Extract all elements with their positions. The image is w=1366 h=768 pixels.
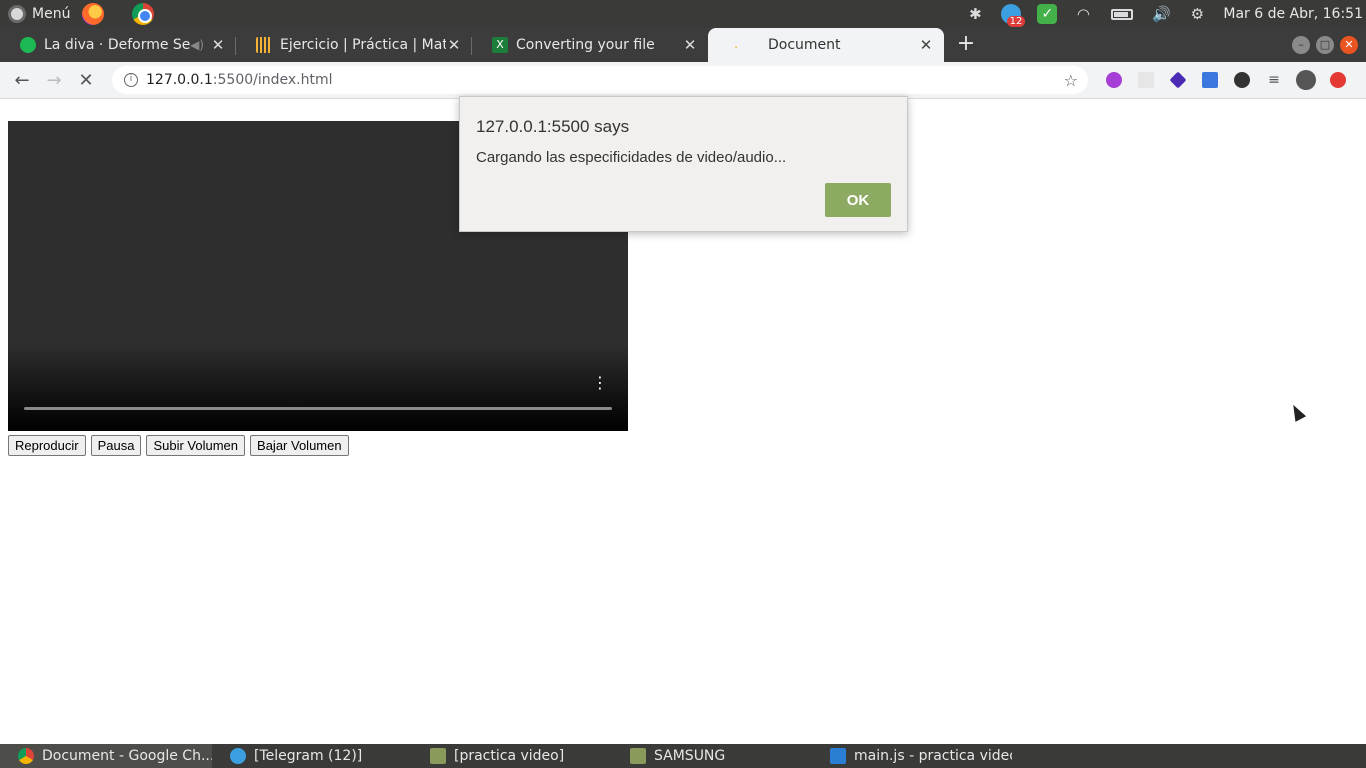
converter-icon: X xyxy=(492,37,508,53)
os-taskbar: Document - Google Ch... [Telegram (12)] … xyxy=(0,744,1366,768)
tab-title: Document xyxy=(768,37,841,53)
browser-toolbar: ← → ✕ i 127.0.0.1:5500/index.html ☆ ≡ xyxy=(0,62,1366,99)
system-tray: ✱ 12 ✓ ◠ 🔊 ⚙ Mar 6 de Abr, 16:51 xyxy=(957,0,1366,28)
close-tab-icon[interactable]: ✕ xyxy=(446,36,462,54)
taskbar-label: [Telegram (12)] xyxy=(254,748,363,764)
video-progress-bar[interactable] xyxy=(24,407,612,410)
minimize-icon[interactable]: – xyxy=(1292,36,1310,54)
updates-icon[interactable]: ✓ xyxy=(1037,4,1058,24)
bluetooth-icon[interactable]: ✱ xyxy=(957,5,993,23)
tab-title: Ejercicio | Práctica | Mater xyxy=(280,37,446,53)
new-tab-button[interactable]: + xyxy=(944,28,988,62)
browser-tab-strip: La diva · Deforme Sem ◀) ✕ Ejercicio | P… xyxy=(0,28,1366,62)
taskbar-label: main.js - practica video... xyxy=(854,748,1012,764)
taskbar-item-chrome[interactable]: Document - Google Ch... xyxy=(0,744,212,768)
tab-title: Converting your file xyxy=(516,37,655,53)
telegram-badge: 12 xyxy=(1006,16,1026,27)
close-tab-icon[interactable]: ✕ xyxy=(210,36,226,54)
extension-1-icon[interactable] xyxy=(1098,72,1130,88)
extension-4-icon[interactable] xyxy=(1194,72,1226,88)
address-path: :5500/index.html xyxy=(212,72,333,88)
pause-button[interactable]: Pausa xyxy=(90,435,142,456)
media-controls-icon[interactable]: ≡ xyxy=(1258,72,1290,88)
telegram-icon xyxy=(230,748,246,764)
bookmark-star-icon[interactable]: ☆ xyxy=(1064,71,1078,90)
stop-loading-icon[interactable]: ✕ xyxy=(70,70,102,91)
extension-5-icon[interactable] xyxy=(1226,72,1258,88)
platzi-icon xyxy=(256,37,272,53)
taskbar-label: SAMSUNG xyxy=(654,748,726,764)
wifi-icon[interactable]: ◠ xyxy=(1065,5,1101,23)
alert-dialog: 127.0.0.1:5500 says Cargando las especif… xyxy=(459,96,908,232)
profile-avatar[interactable] xyxy=(1290,70,1322,90)
volume-down-button[interactable]: Bajar Volumen xyxy=(250,435,349,456)
extension-2-icon[interactable] xyxy=(1130,72,1162,88)
menu-label: Menú xyxy=(32,6,71,22)
ok-button[interactable]: OK xyxy=(825,183,891,217)
media-controls: Reproducir Pausa Subir Volumen Bajar Vol… xyxy=(8,435,349,456)
extension-3-icon[interactable] xyxy=(1162,71,1194,89)
loading-spinner-icon xyxy=(292,397,299,405)
close-tab-icon[interactable]: ✕ xyxy=(918,36,934,54)
maximize-icon[interactable]: □ xyxy=(1316,36,1334,54)
taskbar-item-telegram[interactable]: [Telegram (12)] xyxy=(212,744,412,768)
tab-converter[interactable]: X Converting your file ✕ xyxy=(472,28,708,62)
play-button[interactable]: Reproducir xyxy=(8,435,86,456)
spotify-icon xyxy=(20,37,36,53)
taskbar-item-samsung[interactable]: SAMSUNG xyxy=(612,744,812,768)
telegram-tray-icon[interactable]: 12 xyxy=(1001,4,1026,27)
close-tab-icon[interactable]: ✕ xyxy=(682,36,698,54)
chrome-icon xyxy=(18,748,34,764)
folder-icon xyxy=(630,748,646,764)
taskbar-item-practica-video[interactable]: [practica video] xyxy=(412,744,612,768)
dialog-title: 127.0.0.1:5500 says xyxy=(476,117,630,136)
taskbar-label: [practica video] xyxy=(454,748,565,764)
volume-icon[interactable]: 🔊 xyxy=(1143,5,1179,23)
mouse-cursor-icon xyxy=(1287,402,1307,422)
update-icon[interactable] xyxy=(1322,72,1354,88)
more-options-icon[interactable]: ⋮ xyxy=(592,375,608,391)
vscode-icon xyxy=(830,748,846,764)
back-arrow-icon[interactable]: ← xyxy=(6,70,38,91)
loading-icon: . xyxy=(734,37,738,51)
settings-gear-icon[interactable]: ⚙ xyxy=(1179,5,1215,23)
dialog-message: Cargando las especificidades de video/au… xyxy=(476,149,787,166)
taskbar-label: Document - Google Ch... xyxy=(42,748,212,764)
tab-title: La diva · Deforme Sem xyxy=(44,37,191,53)
menu-button[interactable]: Menú xyxy=(8,5,70,23)
clock[interactable]: Mar 6 de Abr, 16:51 xyxy=(1223,6,1363,22)
audio-playing-icon[interactable]: ◀) xyxy=(190,38,204,52)
os-top-panel: Menú ✱ 12 ✓ ◠ 🔊 ⚙ Mar 6 de Abr, 16:51 xyxy=(0,0,1366,28)
tab-document[interactable]: . Document ✕ xyxy=(708,28,944,62)
site-info-icon[interactable]: i xyxy=(124,73,138,87)
ubuntu-logo-icon xyxy=(8,5,26,23)
close-window-icon[interactable]: ✕ xyxy=(1340,36,1358,54)
folder-icon xyxy=(430,748,446,764)
window-controls: – □ ✕ xyxy=(1292,28,1358,62)
firefox-launcher-icon[interactable] xyxy=(82,3,105,25)
forward-arrow-icon[interactable]: → xyxy=(38,70,70,91)
address-host: 127.0.0.1 xyxy=(146,72,213,88)
tab-spotify[interactable]: La diva · Deforme Sem ◀) ✕ xyxy=(0,28,236,62)
chrome-launcher-icon[interactable] xyxy=(132,3,155,25)
address-bar[interactable]: i 127.0.0.1:5500/index.html ☆ xyxy=(112,66,1088,94)
volume-up-button[interactable]: Subir Volumen xyxy=(146,435,246,456)
extensions-area: ≡ xyxy=(1098,70,1354,90)
tab-platzi[interactable]: Ejercicio | Práctica | Mater ✕ xyxy=(236,28,472,62)
battery-icon[interactable] xyxy=(1111,8,1134,20)
taskbar-item-vscode[interactable]: main.js - practica video... xyxy=(812,744,1012,768)
